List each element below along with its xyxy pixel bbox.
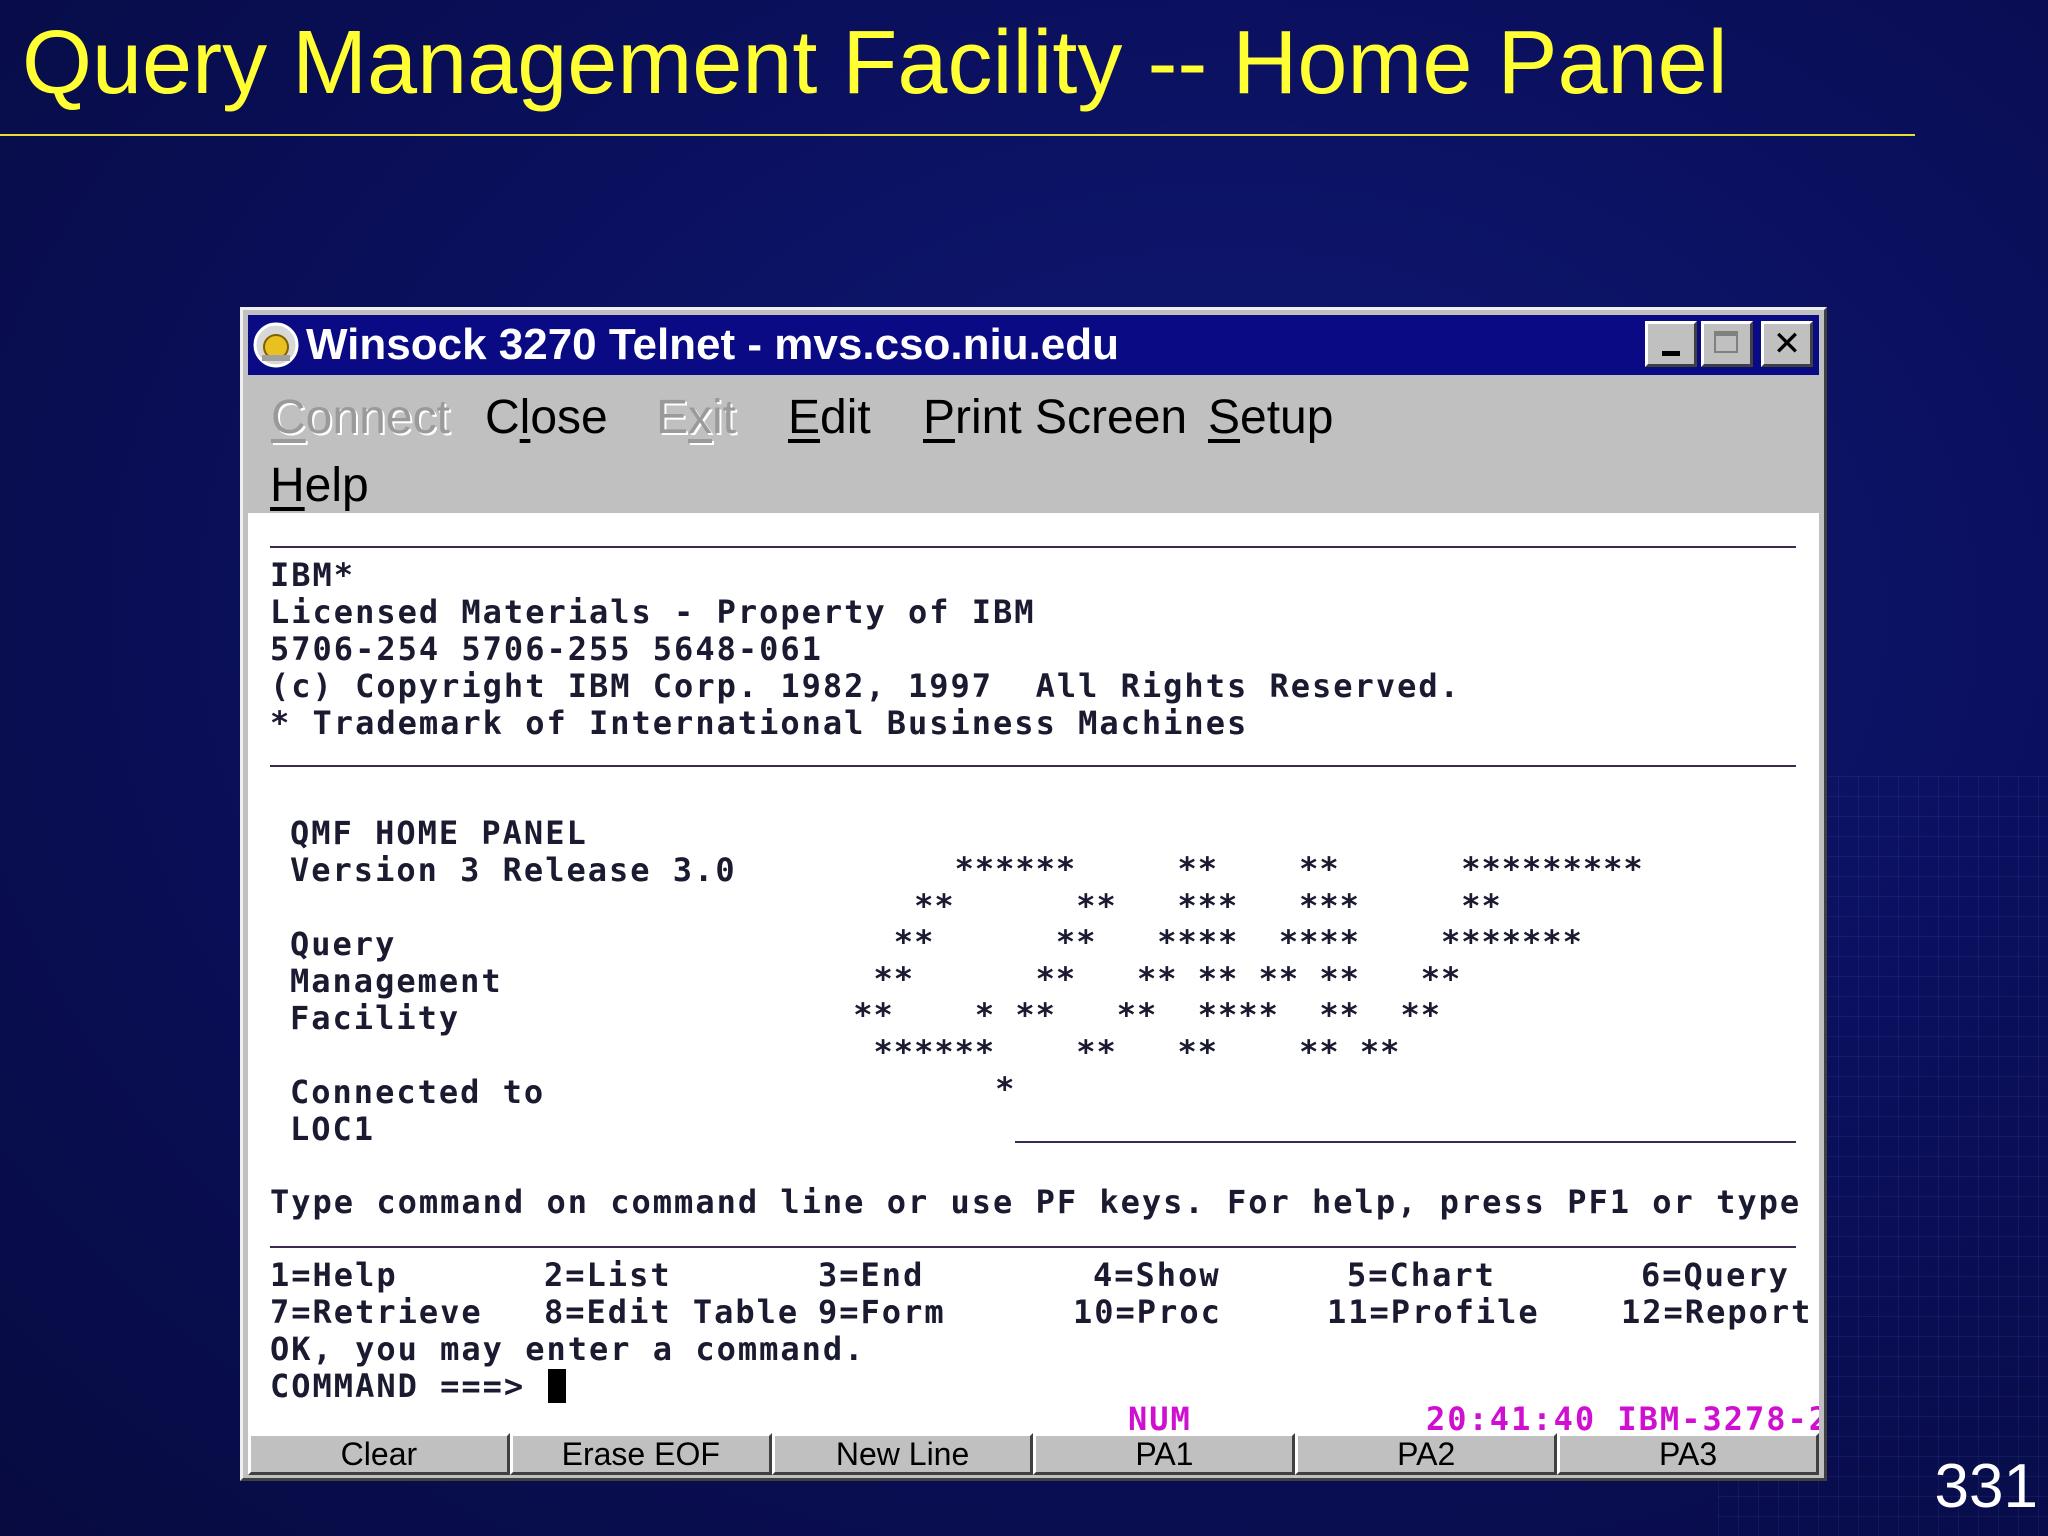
maximize-icon xyxy=(1714,331,1738,353)
menu-help[interactable]: Help xyxy=(270,458,369,513)
minimize-icon xyxy=(1662,351,1680,356)
window-title: Winsock 3270 Telnet - mvs.cso.niu.edu xyxy=(306,320,1120,369)
telnet-window[interactable]: Winsock 3270 Telnet - mvs.cso.niu.edu ✕ … xyxy=(240,307,1827,1481)
close-icon: ✕ xyxy=(1772,324,1802,364)
new-line-button[interactable]: New Line xyxy=(771,1433,1034,1475)
terminal-screen[interactable]: IBM* Licensed Materials - Property of IB… xyxy=(248,513,1819,1433)
menu-edit[interactable]: Edit xyxy=(788,390,871,445)
terminal-divider xyxy=(270,1246,1796,1248)
menu-bar: Connect Close Exit Edit Print Screen Set… xyxy=(248,380,1819,515)
command-line[interactable]: COMMAND ===> xyxy=(270,1367,567,1405)
text-cursor xyxy=(548,1369,567,1403)
minimize-button[interactable] xyxy=(1645,321,1697,367)
status-message: OK, you may enter a command. xyxy=(270,1330,866,1368)
menu-print-screen[interactable]: Print Screen xyxy=(923,390,1187,445)
version-label: Version 3 Release 3.0 xyxy=(290,851,737,889)
menu-setup[interactable]: Setup xyxy=(1208,390,1333,445)
connected-label: Connected to xyxy=(290,1073,546,1111)
command-prompt: COMMAND ===> xyxy=(270,1367,526,1405)
menu-close[interactable]: Close xyxy=(485,390,608,445)
pf-key-8[interactable]: 8=Edit Table xyxy=(544,1294,799,1330)
location-value: LOC1 xyxy=(290,1110,376,1148)
key-button-bar: Clear Erase EOF New Line PA1 PA2 PA3 xyxy=(248,1433,1819,1475)
copyright-line: (c) Copyright IBM Corp. 1982, 1997 All R… xyxy=(270,667,1461,705)
pa3-button[interactable]: PA3 xyxy=(1557,1433,1819,1475)
menu-exit[interactable]: Exit xyxy=(656,390,736,445)
pf-key-3[interactable]: 3=End xyxy=(818,1257,924,1293)
window-controls: ✕ xyxy=(1645,321,1813,367)
product-name-line: Query xyxy=(290,925,397,963)
maximize-button[interactable] xyxy=(1701,321,1753,367)
pf-key-7[interactable]: 7=Retrieve xyxy=(270,1294,483,1330)
slide-number: 331 xyxy=(1934,1452,2038,1521)
license-line: Licensed Materials - Property of IBM xyxy=(270,593,1036,631)
pf-key-4[interactable]: 4=Show xyxy=(1093,1257,1221,1293)
menu-connect[interactable]: Connect xyxy=(271,390,450,445)
pf-key-5[interactable]: 5=Chart xyxy=(1347,1257,1496,1293)
clear-button[interactable]: Clear xyxy=(248,1433,510,1475)
terminal-divider xyxy=(270,546,1796,548)
num-lock-indicator: NUM xyxy=(1128,1400,1192,1433)
pf-key-6[interactable]: 6=Query xyxy=(1641,1257,1790,1293)
instruction-line: Type command on command line or use PF k… xyxy=(270,1183,1819,1221)
ibm-mark: IBM* xyxy=(270,556,356,594)
qmf-ascii-banner: ****** ** ** ********* ** ** *** *** ** … xyxy=(853,850,1644,1108)
terminal-app-icon[interactable] xyxy=(252,321,300,369)
product-numbers: 5706-254 5706-255 5648-061 xyxy=(270,630,823,668)
pf-key-12[interactable]: 12=Report xyxy=(1621,1294,1812,1330)
terminal-divider xyxy=(270,765,1796,767)
erase-eof-button[interactable]: Erase EOF xyxy=(509,1433,772,1475)
pf-key-1[interactable]: 1=Help xyxy=(270,1257,398,1293)
product-name-line: Management xyxy=(290,962,503,1000)
trademark-line: * Trademark of International Business Ma… xyxy=(270,704,1249,742)
status-clock-terminal: 20:41:40 IBM-3278-2 xyxy=(1426,1400,1819,1433)
pf-key-10[interactable]: 10=Proc xyxy=(1073,1294,1222,1330)
panel-title: QMF HOME PANEL xyxy=(290,814,588,852)
banner-divider xyxy=(1015,1141,1796,1143)
pa2-button[interactable]: PA2 xyxy=(1295,1433,1558,1475)
close-button[interactable]: ✕ xyxy=(1761,321,1813,367)
window-titlebar[interactable]: Winsock 3270 Telnet - mvs.cso.niu.edu ✕ xyxy=(248,315,1819,375)
pf-key-9[interactable]: 9=Form xyxy=(818,1294,946,1330)
slide-title: Query Management Facility -- Home Panel xyxy=(22,13,1728,113)
pf-key-2[interactable]: 2=List xyxy=(544,1257,672,1293)
pf-key-11[interactable]: 11=Profile xyxy=(1327,1294,1540,1330)
pa1-button[interactable]: PA1 xyxy=(1033,1433,1296,1475)
product-name-line: Facility xyxy=(290,999,461,1037)
title-divider xyxy=(0,134,1915,136)
